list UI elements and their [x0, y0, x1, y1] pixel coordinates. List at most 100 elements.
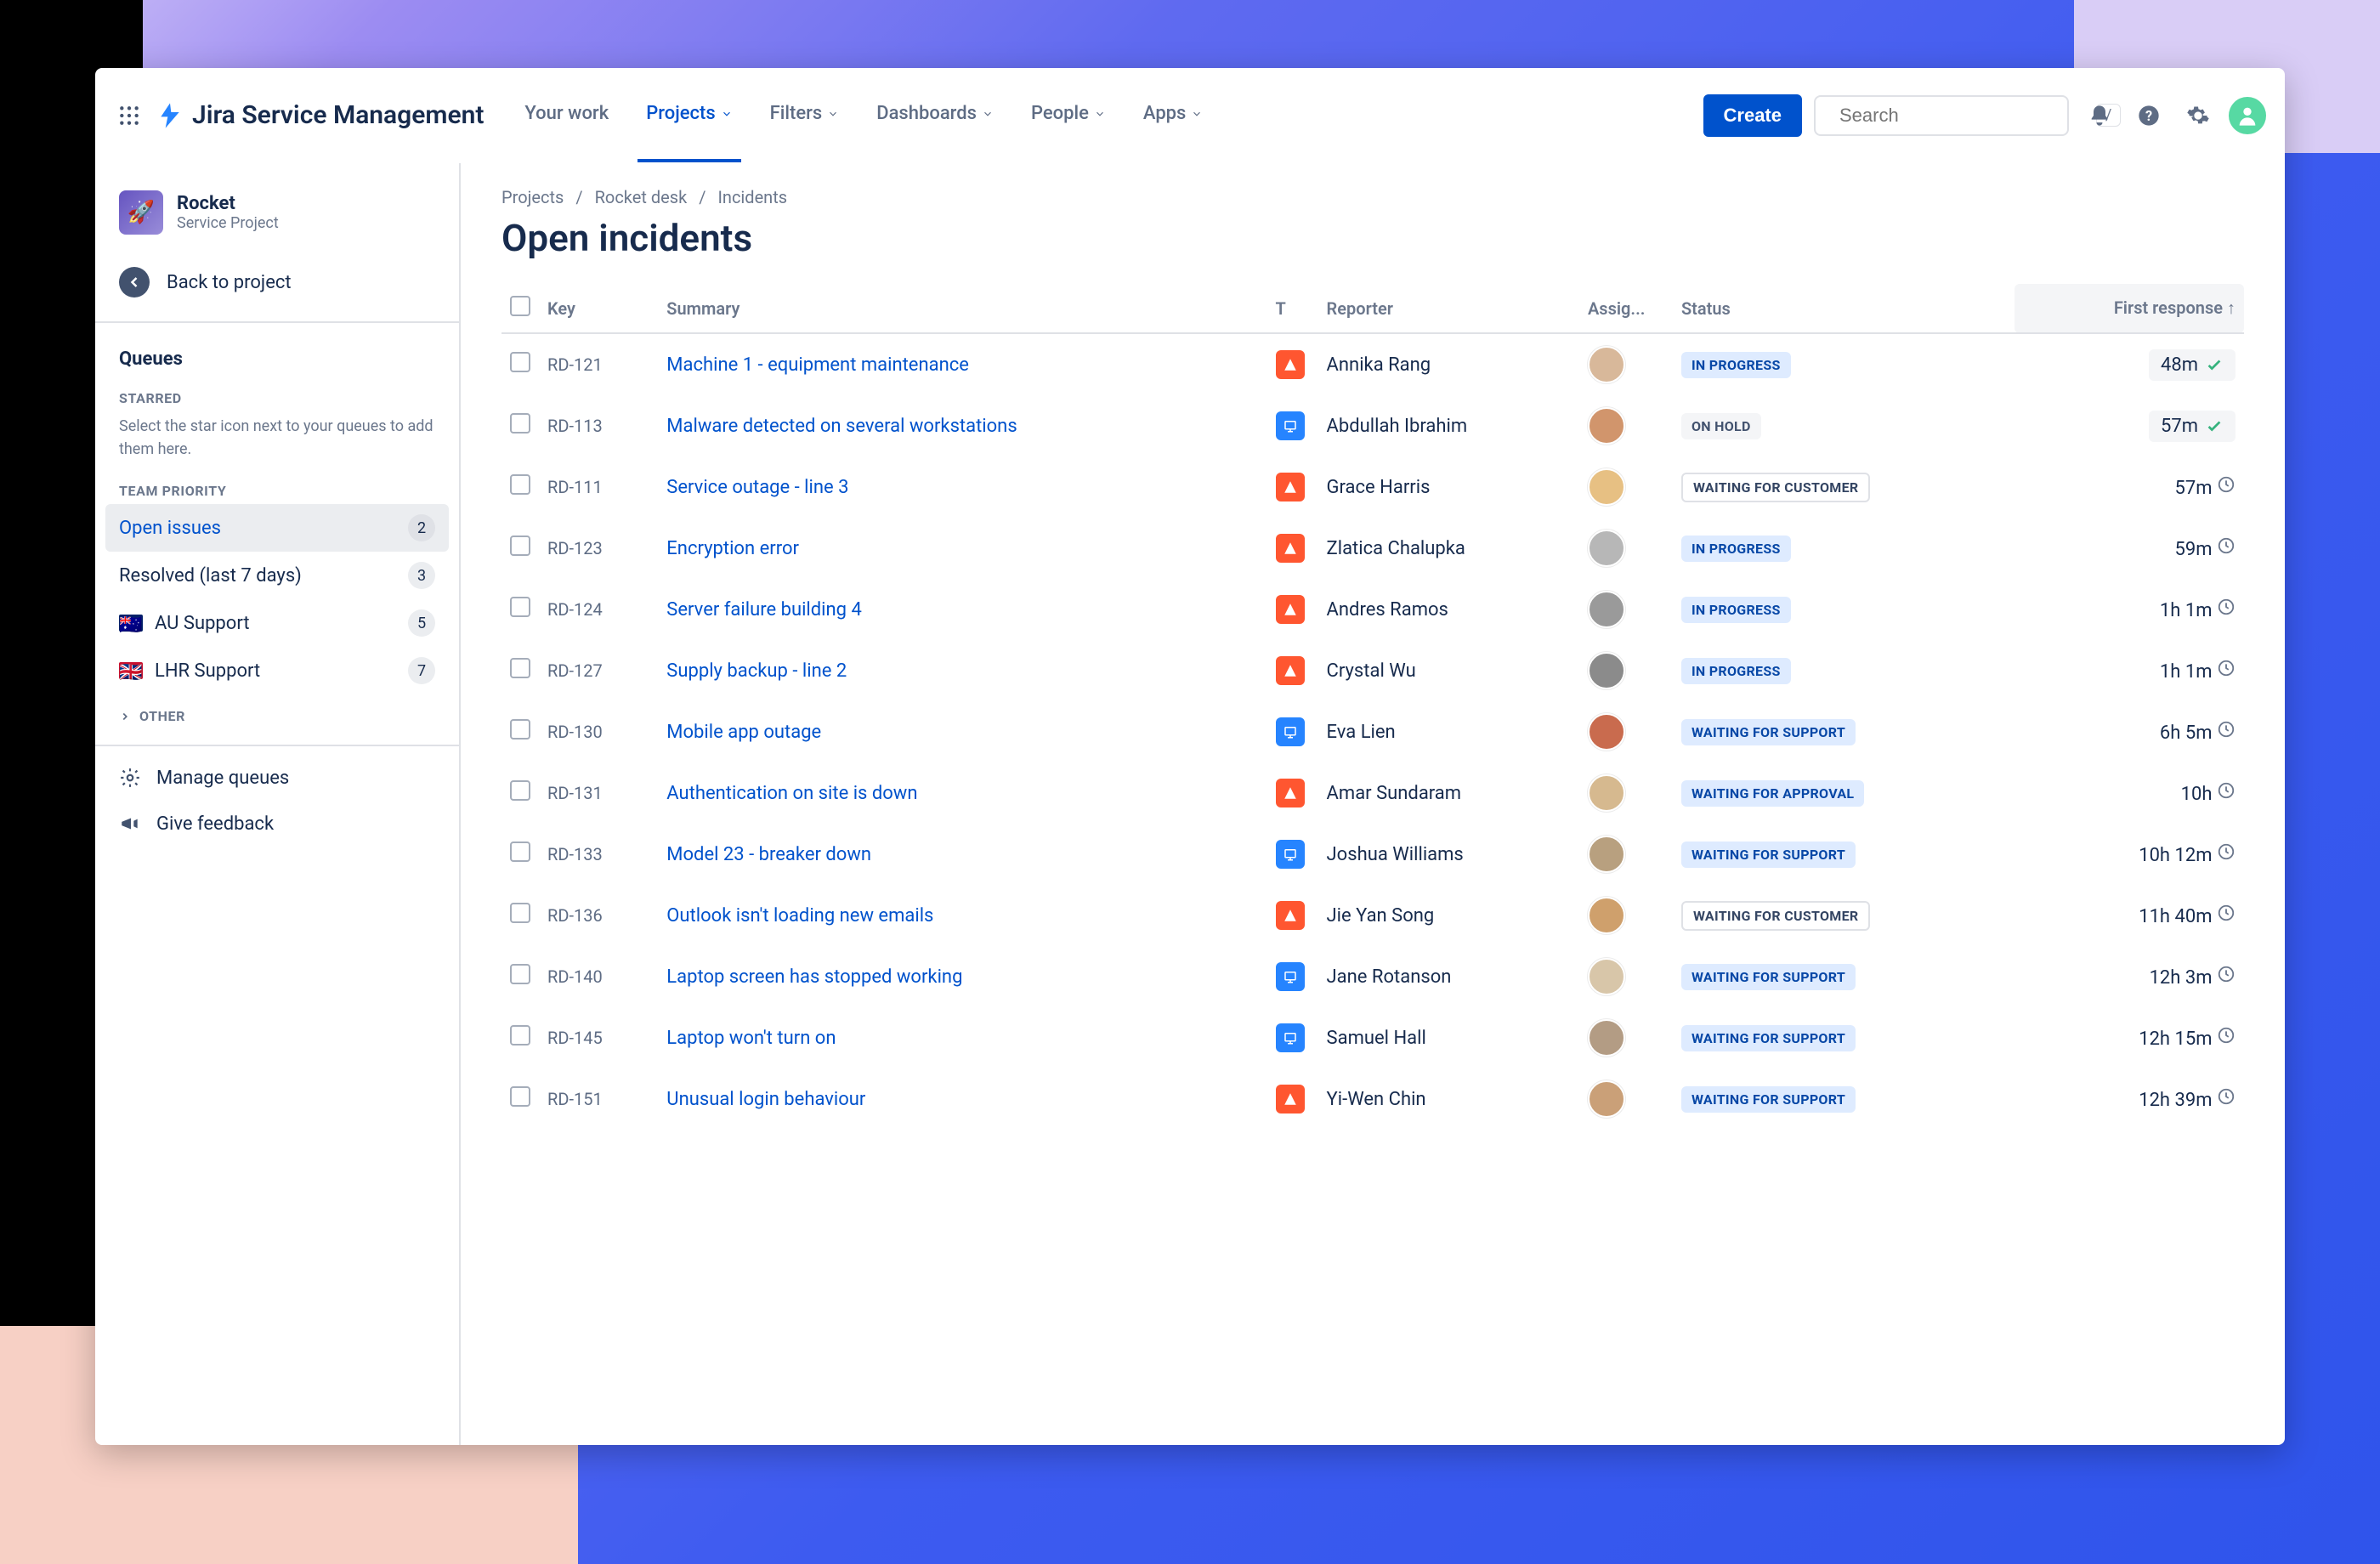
row-checkbox[interactable]: [510, 597, 530, 617]
crumb-2[interactable]: Incidents: [717, 187, 787, 207]
summary-link[interactable]: Service outage - line 3: [666, 477, 848, 498]
table-row[interactable]: RD-136Outlook isn't loading new emailsJi…: [502, 885, 2244, 946]
summary-link[interactable]: Server failure building 4: [666, 599, 862, 620]
table-row[interactable]: RD-131Authentication on site is downAmar…: [502, 762, 2244, 824]
status-badge[interactable]: IN PROGRESS: [1681, 536, 1791, 562]
assignee-avatar[interactable]: [1588, 958, 1625, 995]
queue-au-support[interactable]: 🇦🇺AU Support5: [95, 599, 459, 647]
table-row[interactable]: RD-113Malware detected on several workst…: [502, 395, 2244, 456]
nav-dashboards[interactable]: Dashboards: [868, 68, 1002, 162]
status-badge[interactable]: ON HOLD: [1681, 413, 1761, 439]
table-row[interactable]: RD-111Service outage - line 3Grace Harri…: [502, 456, 2244, 518]
summary-link[interactable]: Outlook isn't loading new emails: [666, 905, 933, 926]
help-icon[interactable]: ?: [2130, 97, 2168, 134]
col-reporter[interactable]: Reporter: [1318, 284, 1579, 333]
summary-link[interactable]: Laptop won't turn on: [666, 1028, 836, 1049]
queue-open-issues[interactable]: Open issues2: [105, 504, 449, 552]
row-checkbox[interactable]: [510, 352, 530, 372]
notifications-icon[interactable]: [2081, 97, 2118, 134]
select-all-checkbox[interactable]: [510, 296, 530, 316]
table-row[interactable]: RD-127Supply backup - line 2Crystal WuIN…: [502, 640, 2244, 701]
nav-apps[interactable]: Apps: [1135, 68, 1211, 162]
row-checkbox[interactable]: [510, 474, 530, 495]
nav-people[interactable]: People: [1023, 68, 1114, 162]
nav-filters[interactable]: Filters: [762, 68, 848, 162]
status-badge[interactable]: IN PROGRESS: [1681, 352, 1791, 378]
crumb-0[interactable]: Projects: [502, 187, 564, 207]
summary-link[interactable]: Supply backup - line 2: [666, 660, 847, 682]
col-summary[interactable]: Summary: [658, 284, 1266, 333]
col-first-response[interactable]: First response ↑: [2014, 284, 2244, 333]
app-switcher-icon[interactable]: [114, 100, 144, 131]
product-logo[interactable]: Jira Service Management: [156, 100, 484, 130]
queue-resolved-last-7-days-[interactable]: Resolved (last 7 days)3: [95, 552, 459, 599]
user-avatar[interactable]: [2229, 97, 2266, 134]
nav-your-work[interactable]: Your work: [516, 68, 617, 162]
assignee-avatar[interactable]: [1588, 652, 1625, 689]
summary-link[interactable]: Mobile app outage: [666, 722, 821, 743]
summary-link[interactable]: Malware detected on several workstations: [666, 416, 1017, 437]
col-status[interactable]: Status: [1673, 284, 2014, 333]
assignee-avatar[interactable]: [1588, 346, 1625, 383]
summary-link[interactable]: Laptop screen has stopped working: [666, 966, 962, 988]
row-checkbox[interactable]: [510, 536, 530, 556]
table-row[interactable]: RD-151Unusual login behaviourYi-Wen Chin…: [502, 1068, 2244, 1130]
queue-lhr-support[interactable]: 🇬🇧LHR Support7: [95, 647, 459, 694]
search-box[interactable]: /: [1814, 95, 2069, 136]
status-badge[interactable]: WAITING FOR SUPPORT: [1681, 964, 1856, 990]
table-row[interactable]: RD-130Mobile app outageEva LienWAITING F…: [502, 701, 2244, 762]
other-section-toggle[interactable]: OTHER: [95, 694, 459, 738]
assignee-avatar[interactable]: [1588, 774, 1625, 812]
col-assignee[interactable]: Assig...: [1579, 284, 1673, 333]
manage-queues[interactable]: Manage queues: [95, 755, 459, 801]
status-badge[interactable]: WAITING FOR CUSTOMER: [1681, 473, 1871, 502]
row-checkbox[interactable]: [510, 964, 530, 984]
crumb-1[interactable]: Rocket desk: [595, 187, 688, 207]
assignee-avatar[interactable]: [1588, 530, 1625, 567]
assignee-avatar[interactable]: [1588, 591, 1625, 628]
search-input[interactable]: [1838, 104, 2086, 128]
table-row[interactable]: RD-145Laptop won't turn onSamuel HallWAI…: [502, 1007, 2244, 1068]
status-badge[interactable]: WAITING FOR SUPPORT: [1681, 1086, 1856, 1113]
row-checkbox[interactable]: [510, 903, 530, 923]
status-badge[interactable]: WAITING FOR APPROVAL: [1681, 780, 1864, 807]
status-badge[interactable]: IN PROGRESS: [1681, 597, 1791, 623]
assignee-avatar[interactable]: [1588, 713, 1625, 751]
project-header[interactable]: 🚀 Rocket Service Project: [95, 180, 459, 255]
col-type[interactable]: T: [1267, 284, 1318, 333]
status-badge[interactable]: WAITING FOR SUPPORT: [1681, 1025, 1856, 1051]
row-checkbox[interactable]: [510, 719, 530, 740]
row-checkbox[interactable]: [510, 1086, 530, 1107]
summary-link[interactable]: Model 23 - breaker down: [666, 844, 871, 865]
status-badge[interactable]: WAITING FOR CUSTOMER: [1681, 901, 1871, 931]
assignee-avatar[interactable]: [1588, 836, 1625, 873]
assignee-avatar[interactable]: [1588, 468, 1625, 506]
row-checkbox[interactable]: [510, 413, 530, 434]
settings-icon[interactable]: [2179, 97, 2217, 134]
assignee-avatar[interactable]: [1588, 1019, 1625, 1057]
table-row[interactable]: RD-133Model 23 - breaker downJoshua Will…: [502, 824, 2244, 885]
row-checkbox[interactable]: [510, 658, 530, 678]
summary-link[interactable]: Encryption error: [666, 538, 799, 559]
row-checkbox[interactable]: [510, 1025, 530, 1046]
status-badge[interactable]: WAITING FOR SUPPORT: [1681, 842, 1856, 868]
col-key[interactable]: Key: [539, 284, 658, 333]
assignee-avatar[interactable]: [1588, 407, 1625, 445]
status-badge[interactable]: WAITING FOR SUPPORT: [1681, 719, 1856, 745]
summary-link[interactable]: Machine 1 - equipment maintenance: [666, 354, 969, 376]
assignee-avatar[interactable]: [1588, 897, 1625, 934]
nav-projects[interactable]: Projects: [638, 68, 740, 162]
create-button[interactable]: Create: [1703, 94, 1802, 137]
summary-link[interactable]: Authentication on site is down: [666, 783, 917, 804]
give-feedback[interactable]: Give feedback: [95, 801, 459, 847]
summary-link[interactable]: Unusual login behaviour: [666, 1089, 865, 1110]
status-badge[interactable]: IN PROGRESS: [1681, 658, 1791, 684]
assignee-avatar[interactable]: [1588, 1080, 1625, 1118]
table-row[interactable]: RD-121Machine 1 - equipment maintenanceA…: [502, 333, 2244, 395]
row-checkbox[interactable]: [510, 842, 530, 862]
back-to-project[interactable]: Back to project: [95, 255, 459, 323]
row-checkbox[interactable]: [510, 780, 530, 801]
table-row[interactable]: RD-123Encryption errorZlatica ChalupkaIN…: [502, 518, 2244, 579]
table-row[interactable]: RD-124Server failure building 4Andres Ra…: [502, 579, 2244, 640]
table-row[interactable]: RD-140Laptop screen has stopped workingJ…: [502, 946, 2244, 1007]
